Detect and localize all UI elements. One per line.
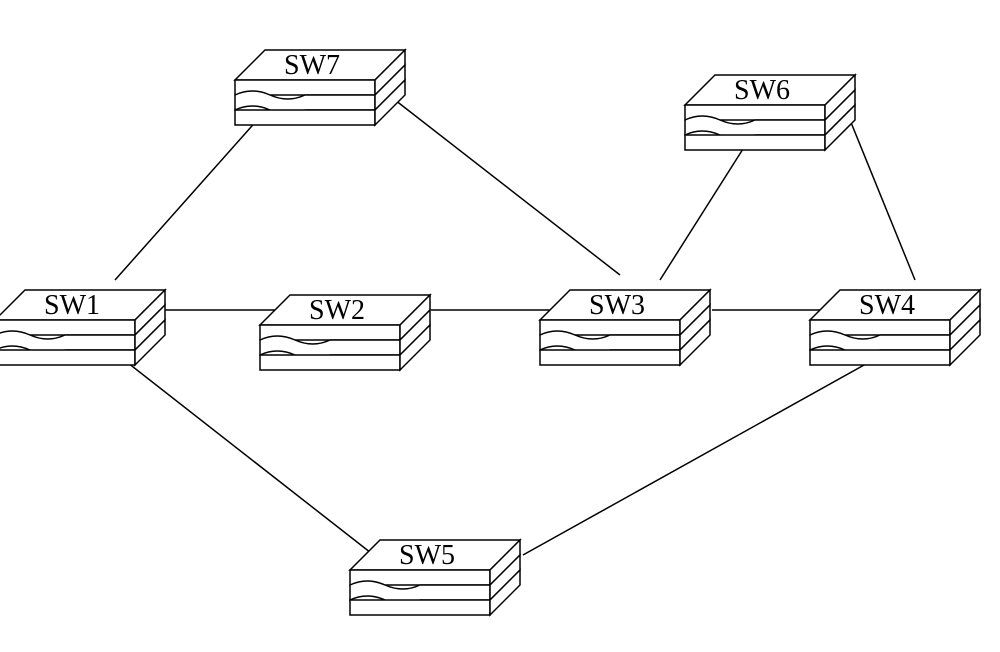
- label-sw1: SW1: [44, 290, 100, 322]
- topology-diagram: [0, 0, 1000, 652]
- edge-sw5-sw4: [523, 345, 900, 555]
- edge-sw7-sw3: [395, 100, 620, 275]
- label-sw3: SW3: [589, 290, 645, 322]
- label-sw4: SW4: [859, 290, 915, 322]
- edge-sw1-sw7: [115, 100, 275, 280]
- label-sw7: SW7: [284, 50, 340, 82]
- edge-sw3-sw6: [660, 130, 755, 280]
- edge-sw1-sw5: [105, 345, 380, 560]
- label-sw2: SW2: [309, 295, 365, 327]
- nodes-layer: [0, 50, 980, 615]
- edges-layer: [105, 100, 915, 560]
- label-sw5: SW5: [399, 540, 455, 572]
- edge-sw6-sw4: [850, 120, 915, 280]
- label-sw6: SW6: [734, 75, 790, 107]
